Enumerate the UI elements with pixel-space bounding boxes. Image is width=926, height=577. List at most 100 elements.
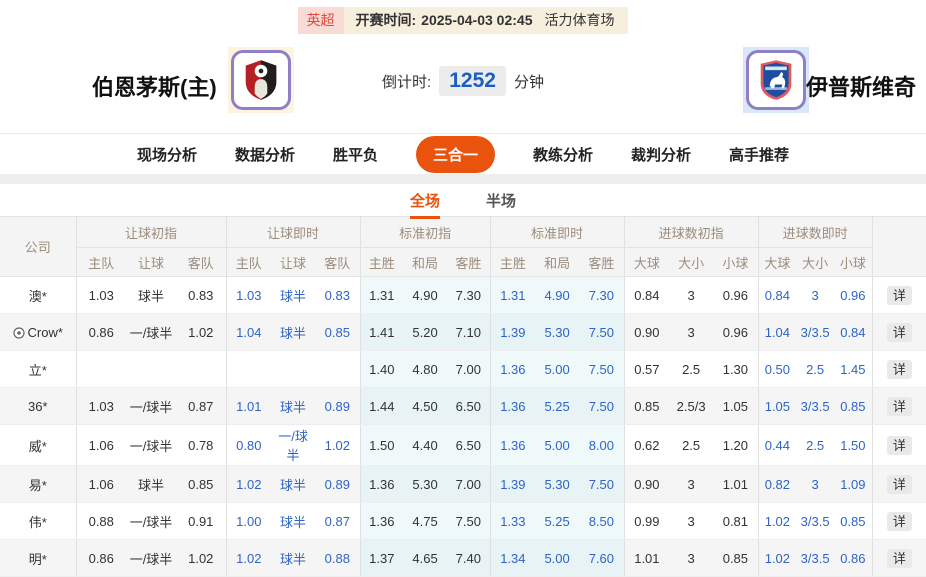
detail-cell: 详 (871, 465, 926, 503)
odds-cell: 0.84 (623, 276, 670, 314)
detail-cell: 详 (871, 313, 926, 351)
odds-cell: 5.30 (535, 313, 580, 351)
odds-cell: 0.87 (315, 502, 361, 540)
odds-cell: 球半 (126, 276, 176, 314)
odds-cell: 0.44 (757, 424, 797, 466)
odds-cell: 1.06 (75, 424, 126, 466)
odds-cell: 1.36 (359, 502, 404, 540)
odds-cell: 4.65 (403, 539, 448, 577)
section-divider (0, 174, 926, 184)
odds-cell: 1.02 (225, 539, 272, 577)
odds-cell: 4.40 (403, 424, 448, 466)
detail-button[interactable]: 详 (886, 285, 912, 305)
sub-header: 大球 (623, 247, 670, 277)
odds-cell: 1.03 (75, 276, 126, 314)
odds-cell: 0.85 (623, 387, 670, 425)
odds-cell (75, 350, 126, 388)
table-row: 立* 1.40 4.80 7.00 1.36 5.00 7.50 0.57 2.5 1.30 0.5… (0, 350, 926, 388)
sub-header: 客队 (315, 247, 361, 277)
odds-cell: 3/3.5 (796, 502, 835, 540)
company-name: 威* (28, 438, 47, 454)
period-tab-half-time[interactable]: 半场 (486, 190, 516, 216)
nav-tab-referee-analysis[interactable]: 裁判分析 (631, 144, 691, 165)
odds-cell: 球半 (271, 276, 316, 314)
odds-cell: 3 (669, 276, 714, 314)
nav-tab-three-in-one[interactable]: 三合一 (415, 135, 495, 173)
odds-cell: 3/3.5 (796, 539, 835, 577)
odds-cell: 7.30 (579, 276, 625, 314)
odds-cell: 0.81 (713, 502, 759, 540)
odds-cell: 1.01 (623, 539, 670, 577)
odds-cell: 1.02 (757, 539, 797, 577)
odds-cell: 3 (669, 313, 714, 351)
odds-cell: 1.40 (359, 350, 404, 388)
odds-cell: 1.04 (757, 313, 797, 351)
nav-tab-live-analysis[interactable]: 现场分析 (137, 144, 197, 165)
odds-cell: 7.40 (447, 539, 491, 577)
odds-cell: 1.30 (713, 350, 759, 388)
detail-button[interactable]: 详 (886, 474, 912, 494)
nav-tab-coach-analysis[interactable]: 教练分析 (533, 144, 593, 165)
odds-cell: 一/球半 (126, 313, 176, 351)
table-row: 澳* 1.03 球半 0.83 1.03 球半 0.83 1.31 4.90 7.30 1.31 4.… (0, 276, 926, 314)
group-header-2: 标准初指 (359, 216, 491, 248)
odds-cell: 5.30 (403, 465, 448, 503)
odds-cell: 1.06 (75, 465, 126, 503)
table-row: 易* 1.06 球半 0.85 1.02 球半 0.89 1.36 5.30 7.00 1.39 5.… (0, 465, 926, 503)
odds-cell (315, 350, 361, 388)
odds-cell: 4.90 (403, 276, 448, 314)
odds-cell: 6.50 (447, 387, 491, 425)
detail-button[interactable]: 详 (886, 511, 912, 531)
odds-cell: 0.86 (834, 539, 873, 577)
sub-header: 主胜 (359, 247, 404, 277)
sub-header: 和局 (535, 247, 580, 277)
odds-cell: 7.10 (447, 313, 491, 351)
odds-cell: 0.85 (713, 539, 759, 577)
odds-cell: 0.84 (834, 313, 873, 351)
odds-cell: 0.91 (176, 502, 227, 540)
odds-cell: 8.50 (579, 502, 625, 540)
sub-header: 大球 (757, 247, 797, 277)
nav-tab-data-analysis[interactable]: 数据分析 (235, 144, 295, 165)
nav-tab-win-draw-loss[interactable]: 胜平负 (333, 144, 378, 165)
odds-cell: 0.90 (623, 465, 670, 503)
odds-cell: 0.50 (757, 350, 797, 388)
nav-tab-expert-picks[interactable]: 高手推荐 (729, 144, 789, 165)
detail-button[interactable]: 详 (886, 359, 912, 379)
odds-cell: 0.85 (176, 465, 227, 503)
table-row: Crow* 0.86 一/球半 1.02 1.04 球半 0.85 1.41 5.20 7.10 1… (0, 313, 926, 351)
odds-cell: 0.86 (75, 539, 126, 577)
detail-column-header (871, 216, 926, 277)
odds-cell: 1.39 (489, 465, 536, 503)
odds-cell: 1.02 (176, 313, 227, 351)
odds-cell: 0.89 (315, 387, 361, 425)
detail-button[interactable]: 详 (886, 435, 912, 455)
odds-comparison-table: 公司 让球初指 让球即时 标准初指 标准即时 进球数初指 进球数即时 主队 让球 客队 主队 让球 客队… (0, 216, 926, 577)
company-cell: 36* (0, 387, 76, 425)
sub-header: 小球 (713, 247, 759, 277)
detail-cell: 详 (871, 424, 926, 466)
detail-button[interactable]: 详 (886, 396, 912, 416)
odds-cell: 7.00 (447, 465, 491, 503)
odds-cell: 1.31 (359, 276, 404, 314)
odds-cell: 3/3.5 (796, 387, 835, 425)
odds-cell: 1.39 (489, 313, 536, 351)
sub-header: 客胜 (579, 247, 625, 277)
odds-cell: 4.80 (403, 350, 448, 388)
period-tab-full-time[interactable]: 全场 (409, 190, 440, 219)
odds-cell: 2.5 (796, 424, 835, 466)
detail-button[interactable]: 详 (886, 322, 912, 342)
detail-button[interactable]: 详 (886, 548, 912, 568)
odds-cell: 7.50 (579, 350, 625, 388)
odds-cell: 0.62 (623, 424, 670, 466)
company-name: 澳* (28, 288, 47, 304)
odds-cell: 球半 (126, 465, 176, 503)
odds-cell: 1.05 (713, 387, 759, 425)
odds-cell: 3 (796, 465, 835, 503)
odds-cell: 球半 (271, 313, 316, 351)
odds-cell: 1.45 (834, 350, 873, 388)
odds-cell: 1.41 (359, 313, 404, 351)
table-row: 明* 0.86 一/球半 1.02 1.02 球半 0.88 1.37 4.65 7.40 1.34… (0, 539, 926, 577)
odds-cell: 5.25 (535, 502, 580, 540)
company-name: 易* (28, 477, 47, 493)
